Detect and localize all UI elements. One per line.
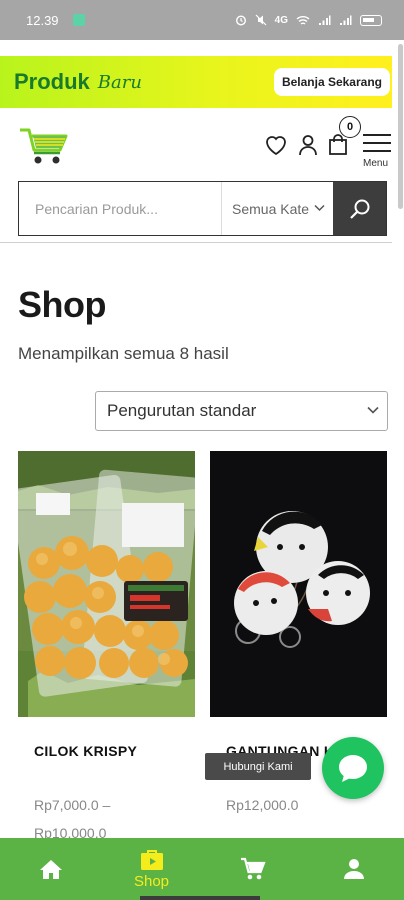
menu-icon-bar xyxy=(363,142,391,144)
product-name[interactable]: CILOK KRISPY xyxy=(34,743,137,759)
search-button[interactable] xyxy=(333,182,386,235)
status-icons: 4G xyxy=(235,14,382,26)
header-divider xyxy=(0,242,392,243)
shop-bag-icon xyxy=(140,850,163,870)
account-icon xyxy=(343,859,364,879)
search-input[interactable] xyxy=(19,182,221,235)
nav-cart[interactable] xyxy=(202,838,303,900)
alarm-icon xyxy=(235,15,246,26)
signal-icon xyxy=(340,15,352,25)
menu-label: Menu xyxy=(363,158,389,169)
screen: 12.39 4G Produk Baru Belanja Sekarang 0 … xyxy=(0,0,404,900)
contact-tooltip: Hubungi Kami xyxy=(205,753,311,780)
nav-account[interactable] xyxy=(303,838,404,900)
account-icon[interactable] xyxy=(298,134,318,156)
mute-icon xyxy=(255,14,267,26)
battery-icon xyxy=(360,14,382,26)
app-notification-icon xyxy=(72,14,85,26)
contact-chat-button[interactable] xyxy=(322,737,384,799)
menu-icon-bar xyxy=(363,150,391,152)
wishlist-heart-icon[interactable] xyxy=(264,134,288,156)
product-price-line: Rp7,000.0 – xyxy=(34,797,111,813)
nav-shop-label: Shop xyxy=(133,873,170,890)
promo-title: Produk xyxy=(14,69,90,94)
signal-icon xyxy=(319,15,331,25)
site-header: 0 Menu xyxy=(0,108,392,176)
chat-bubble-icon xyxy=(339,755,367,782)
menu-button[interactable]: Menu xyxy=(362,132,392,170)
product-card[interactable]: CILOK KRISPY Rp7,000.0 – Rp10,000.0 xyxy=(18,451,195,851)
page-scrollbar[interactable] xyxy=(398,44,404,224)
cart-bag-icon[interactable] xyxy=(328,134,348,156)
bottom-nav: Shop xyxy=(0,838,404,900)
nav-shop[interactable]: Shop xyxy=(101,838,202,900)
chevron-down-icon xyxy=(314,204,325,212)
status-time: 12.39 xyxy=(26,12,59,28)
cart-icon xyxy=(240,857,266,880)
product-image[interactable] xyxy=(18,451,195,717)
promo-subtitle: Baru xyxy=(97,71,142,93)
status-bar: 12.39 4G xyxy=(0,0,404,40)
shop-now-button[interactable]: Belanja Sekarang xyxy=(273,68,390,96)
search-icon xyxy=(349,199,369,219)
search-bar: Semua Kate xyxy=(18,181,387,236)
wifi-icon xyxy=(296,15,310,25)
category-select-value: Semua Kate xyxy=(232,200,310,217)
product-image[interactable] xyxy=(210,451,387,717)
nav-home[interactable] xyxy=(0,838,101,900)
network-label: 4G xyxy=(274,14,288,26)
sort-select[interactable]: Pengurutan standar xyxy=(95,391,388,431)
cart-logo-icon[interactable] xyxy=(18,126,74,166)
chevron-down-icon xyxy=(367,406,379,414)
category-select[interactable]: Semua Kate xyxy=(221,182,333,235)
nav-active-indicator xyxy=(140,896,260,900)
sort-select-value: Pengurutan standar xyxy=(107,401,257,420)
scrollbar-thumb[interactable] xyxy=(398,44,403,209)
page-title: Shop xyxy=(18,284,106,325)
menu-icon xyxy=(363,134,391,136)
home-icon xyxy=(39,860,62,879)
result-count: Menampilkan semua 8 hasil xyxy=(18,344,229,363)
promo-banner[interactable]: Produk Baru Belanja Sekarang xyxy=(0,56,392,108)
cart-count-badge[interactable]: 0 xyxy=(339,116,361,138)
